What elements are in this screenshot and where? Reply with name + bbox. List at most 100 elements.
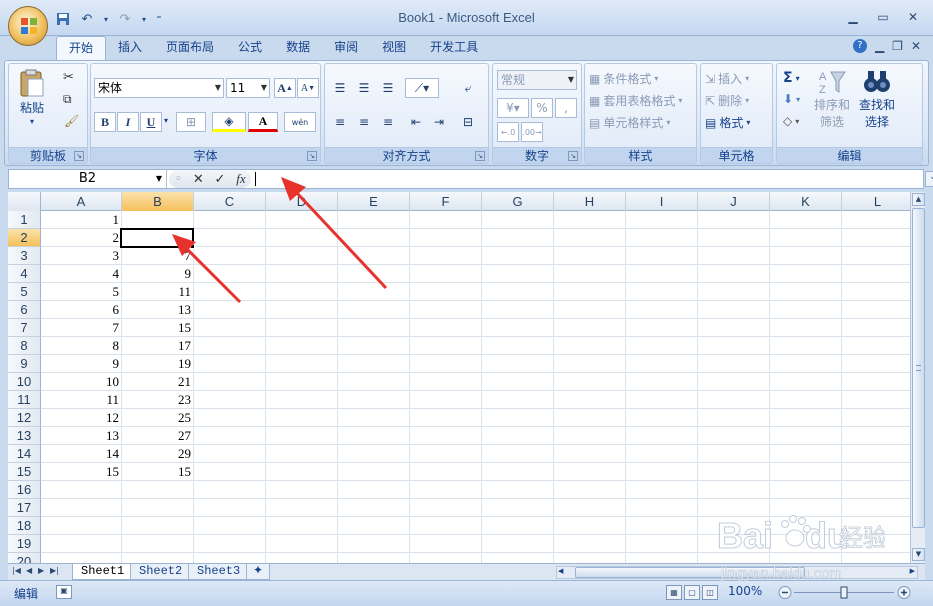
fill-button[interactable]: ⬇ ▾: [783, 92, 800, 106]
autosum-button[interactable]: Σ ▾: [783, 70, 800, 86]
row-header-5[interactable]: 5: [8, 283, 41, 301]
cell-a3[interactable]: 3: [41, 247, 122, 265]
close-icon[interactable]: ✕: [899, 8, 927, 26]
cell-a13[interactable]: 13: [41, 427, 122, 445]
font-launcher-icon[interactable]: ↘: [307, 151, 317, 161]
tab-home[interactable]: 开始: [56, 36, 107, 60]
first-sheet-icon[interactable]: |◀: [12, 566, 21, 575]
expand-formula-bar-icon[interactable]: ⌄: [925, 171, 933, 187]
row-header-1[interactable]: 1: [8, 211, 41, 229]
cell-a10[interactable]: 10: [41, 373, 122, 391]
cell-b8[interactable]: 17: [122, 337, 194, 355]
column-header-f[interactable]: F: [410, 192, 482, 211]
row-header-13[interactable]: 13: [8, 427, 41, 445]
cell-a4[interactable]: 4: [41, 265, 122, 283]
font-size-select[interactable]: 11 ▼: [226, 78, 270, 98]
delete-cells-button[interactable]: ⇱ 删除 ▾: [705, 92, 749, 109]
paste-button[interactable]: 粘贴 ▾: [15, 68, 49, 126]
cell-b12[interactable]: 25: [122, 409, 194, 427]
paste-dropdown-icon[interactable]: ▾: [30, 117, 34, 126]
tab-page-layout[interactable]: 页面布局: [154, 36, 226, 60]
tab-formulas[interactable]: 公式: [226, 36, 274, 60]
row-header-4[interactable]: 4: [8, 265, 41, 283]
bold-button[interactable]: B: [94, 112, 116, 132]
column-header-l[interactable]: L: [842, 192, 910, 211]
page-layout-view-icon[interactable]: ▢: [684, 585, 700, 600]
grow-font-button[interactable]: A ▲: [274, 78, 296, 98]
vertical-scrollbar[interactable]: ▲ ▼: [910, 192, 925, 563]
enter-entry-icon[interactable]: ✓: [215, 172, 226, 187]
cell-a12[interactable]: 12: [41, 409, 122, 427]
merge-center-icon[interactable]: ⊟: [457, 112, 479, 132]
vertical-scroll-thumb[interactable]: [912, 208, 925, 528]
tab-data[interactable]: 数据: [274, 36, 322, 60]
tab-view[interactable]: 视图: [370, 36, 418, 60]
phonetic-button[interactable]: wén: [284, 112, 316, 132]
next-sheet-icon[interactable]: ▶: [38, 566, 44, 575]
number-launcher-icon[interactable]: ↘: [568, 151, 578, 161]
scroll-up-icon[interactable]: ▲: [912, 193, 925, 206]
column-header-i[interactable]: I: [626, 192, 698, 211]
sort-filter-button[interactable]: AZ 排序和 筛选: [812, 68, 852, 130]
prev-sheet-icon[interactable]: ◀: [26, 566, 32, 575]
cell-b5[interactable]: 11: [122, 283, 194, 301]
align-right-icon[interactable]: ≡: [377, 112, 399, 132]
cancel-entry-icon[interactable]: ✕: [193, 172, 204, 187]
cell-a2[interactable]: 2: [41, 229, 122, 247]
shrink-font-button[interactable]: A ▼: [297, 78, 319, 98]
row-header-16[interactable]: 16: [8, 481, 41, 499]
column-header-a[interactable]: A: [41, 192, 122, 211]
normal-view-icon[interactable]: ▦: [666, 585, 682, 600]
cell-b11[interactable]: 23: [122, 391, 194, 409]
cell-styles-button[interactable]: ▤ 单元格样式 ▾: [589, 114, 670, 131]
cell-b1[interactable]: [122, 211, 194, 229]
cell-a5[interactable]: 5: [41, 283, 122, 301]
workbook-minimize-icon[interactable]: ▁: [875, 39, 884, 53]
underline-dropdown-icon[interactable]: ▾: [164, 116, 168, 125]
cell-b13[interactable]: 27: [122, 427, 194, 445]
fill-color-button[interactable]: ◈: [212, 112, 246, 132]
row-header-6[interactable]: 6: [8, 301, 41, 319]
row-header-10[interactable]: 10: [8, 373, 41, 391]
orientation-button[interactable]: ⟋▾: [405, 78, 439, 98]
cell-a1[interactable]: 1: [41, 211, 122, 229]
align-middle-icon[interactable]: ☰: [353, 78, 375, 98]
zoom-level[interactable]: 100%: [728, 584, 762, 598]
office-button[interactable]: [8, 6, 48, 46]
format-cells-button[interactable]: ▤ 格式 ▾: [705, 114, 750, 131]
decrease-indent-icon[interactable]: ⇤: [405, 112, 427, 132]
cell-b7[interactable]: 15: [122, 319, 194, 337]
scroll-down-icon[interactable]: ▼: [912, 548, 925, 561]
italic-button[interactable]: I: [117, 112, 139, 132]
cell-a7[interactable]: 7: [41, 319, 122, 337]
row-header-3[interactable]: 3: [8, 247, 41, 265]
row-header-15[interactable]: 15: [8, 463, 41, 481]
active-cell-b2[interactable]: [120, 228, 195, 249]
row-header-14[interactable]: 14: [8, 445, 41, 463]
comma-button[interactable]: ,: [555, 98, 577, 118]
decrease-decimal-icon[interactable]: .00→: [521, 122, 543, 142]
scroll-left-icon[interactable]: ◀: [558, 567, 563, 575]
align-bottom-icon[interactable]: ☰: [377, 78, 399, 98]
column-header-e[interactable]: E: [338, 192, 410, 211]
align-top-icon[interactable]: ☰: [329, 78, 351, 98]
underline-button[interactable]: U: [140, 112, 162, 132]
currency-button[interactable]: ¥▾: [497, 98, 529, 118]
column-header-d[interactable]: D: [266, 192, 338, 211]
scroll-right-icon[interactable]: ▶: [910, 567, 915, 575]
select-all-corner[interactable]: [8, 192, 41, 211]
align-center-icon[interactable]: ≡: [353, 112, 375, 132]
clipboard-launcher-icon[interactable]: ↘: [74, 151, 84, 161]
row-header-12[interactable]: 12: [8, 409, 41, 427]
name-box[interactable]: B2 ▼: [9, 170, 167, 188]
sheet-tab-sheet2[interactable]: Sheet2: [130, 564, 192, 580]
find-select-button[interactable]: 查找和 选择: [857, 68, 897, 130]
row-header-2[interactable]: 2: [8, 229, 41, 247]
font-color-button[interactable]: A: [248, 112, 278, 132]
wrap-text-icon[interactable]: ⤶: [457, 78, 479, 98]
column-header-b[interactable]: B: [122, 192, 194, 211]
cell-b14[interactable]: 29: [122, 445, 194, 463]
cell-a9[interactable]: 9: [41, 355, 122, 373]
align-left-icon[interactable]: ≡: [329, 112, 351, 132]
fill-handle[interactable]: [190, 244, 195, 249]
